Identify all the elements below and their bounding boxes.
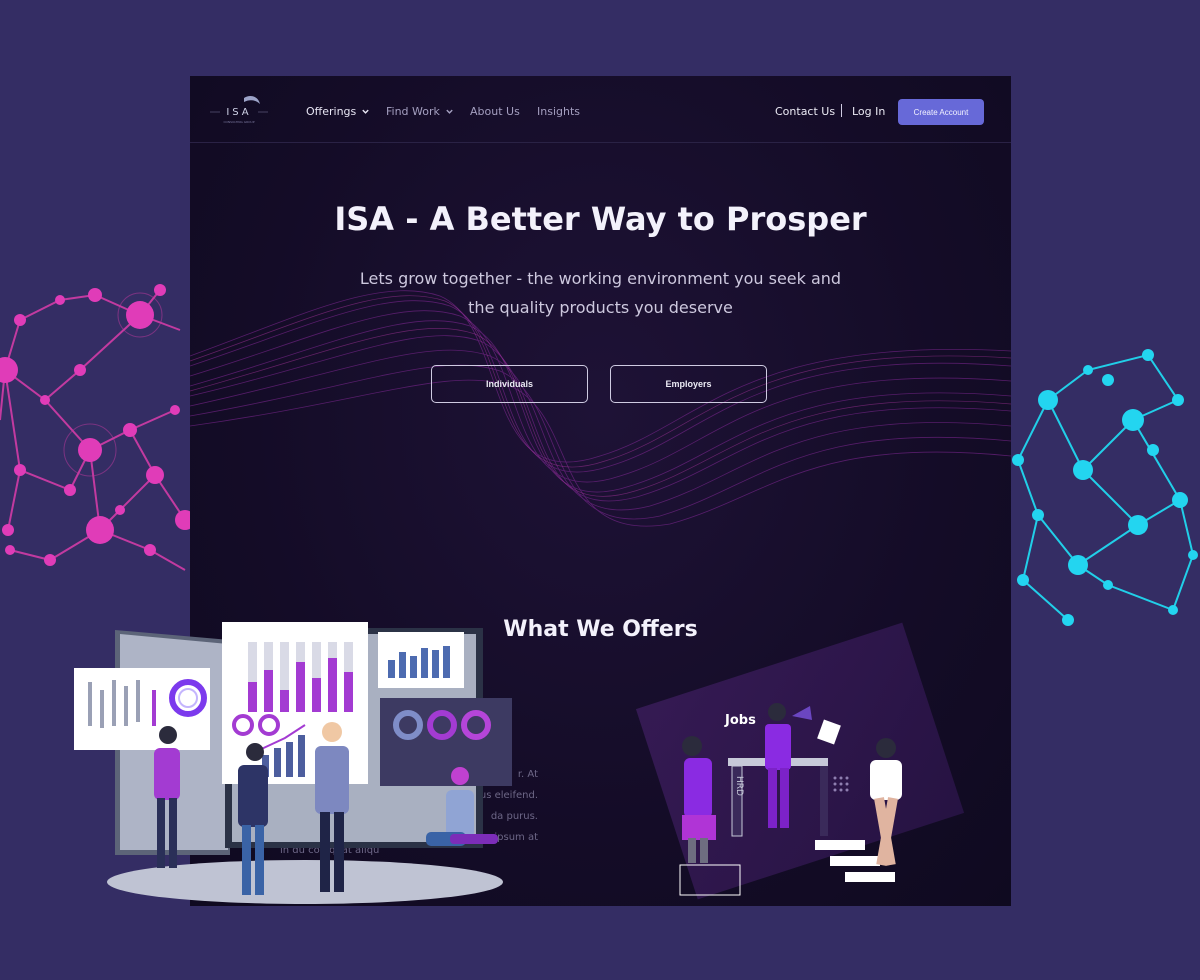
jobs-sign-text: Jobs [724,713,756,728]
nav-offerings[interactable]: Offerings [306,105,370,118]
create-account-button[interactable]: Create Account [898,99,984,125]
log-in-link[interactable]: Log In [852,105,885,118]
employers-button[interactable]: Employers [610,365,767,403]
nav-separator [841,104,842,117]
nav-offerings-label: Offerings [306,105,357,118]
cyan-molecule-network [1012,349,1198,626]
nav-about-us-label: About Us [470,105,520,118]
analytics-team-illustration [74,622,512,904]
chevron-down-icon [446,109,453,114]
individuals-button[interactable]: Individuals [431,365,588,403]
isa-logo[interactable]: ISA CONSULTING GROUP [208,90,270,126]
magenta-molecule-network [0,284,195,571]
chevron-down-icon [362,109,369,114]
contact-us-link[interactable]: Contact Us [775,105,835,118]
nav-find-work-label: Find Work [386,105,440,118]
hrd-letters: HRD [734,776,744,796]
logo-text: ISA [226,107,251,118]
nav-insights-label: Insights [537,105,581,118]
logo-tagline: CONSULTING GROUP [223,120,254,124]
hero-title: ISA - A Better Way to Prosper [334,200,867,238]
top-navigation: ISA CONSULTING GROUP Offerings Find Work… [190,76,1011,143]
nav-insights[interactable]: Insights [537,105,580,118]
nav-about-us[interactable]: About Us [470,105,520,118]
jobs-hiring-illustration: Jobs HRD [679,703,902,896]
nav-find-work[interactable]: Find Work [386,105,454,118]
hero-subtitle: Lets grow together - the working environ… [359,269,842,317]
